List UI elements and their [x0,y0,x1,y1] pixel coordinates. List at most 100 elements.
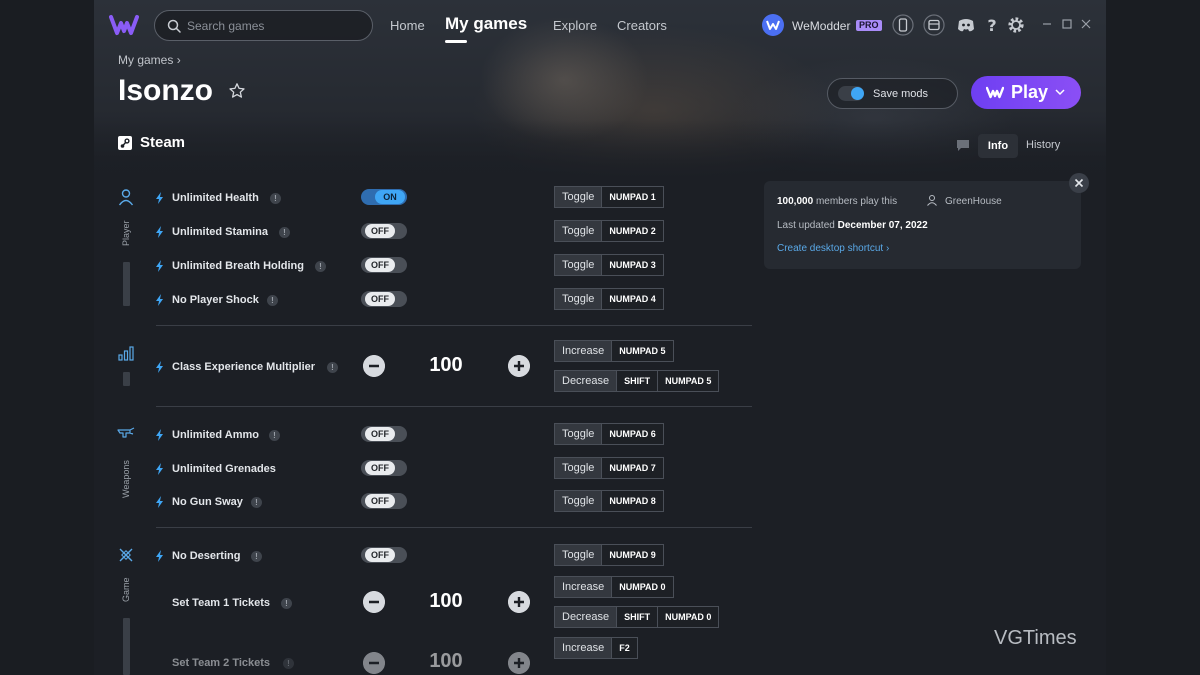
chat-icon[interactable] [956,139,970,152]
minimize-icon[interactable] [1040,17,1054,31]
nav-my-games[interactable]: My games [445,14,527,43]
star-icon[interactable] [228,82,246,100]
info-icon[interactable]: ! [270,193,281,204]
breadcrumb[interactable]: My games › [118,53,181,67]
info-icon[interactable]: ! [267,295,278,306]
section-divider [156,406,752,407]
nav-creators[interactable]: Creators [617,18,667,33]
mod-name: Unlimited Grenades [172,463,276,475]
info-icon[interactable]: ! [315,261,326,272]
discord-icon[interactable] [955,14,977,36]
help-icon[interactable]: ? [981,14,1003,36]
author-name[interactable]: GreenHouse [945,196,1002,207]
hotkey-group[interactable]: Toggle NUMPAD 9 [554,544,664,566]
close-icon[interactable] [1079,17,1093,31]
hotkey-group[interactable]: Decrease SHIFT NUMPAD 5 [554,370,720,392]
decrease-button[interactable] [363,652,385,674]
stepper-value: 100 [429,590,463,612]
category-scrollbar [123,618,130,675]
tab-history[interactable]: History [1026,139,1060,151]
create-shortcut-link[interactable]: Create desktop shortcut › [777,243,889,254]
search-input[interactable] [187,17,362,35]
hotkey-group[interactable]: Increase F2 [554,637,638,659]
save-mods-label: Save mods [873,88,929,100]
wemod-icon [986,86,1004,99]
search-icon [167,19,181,33]
mod-toggle[interactable]: OFF [361,223,407,239]
mod-name: No Player Shock [172,294,259,306]
info-icon[interactable]: ! [251,497,262,508]
increase-button[interactable] [508,591,530,613]
bolt-icon [156,550,163,562]
category-weapons: Weapons [121,460,131,498]
category-player: Player [121,220,131,246]
play-button[interactable]: Play [971,76,1081,109]
bolt-icon [156,192,163,204]
bolt-icon [156,294,163,306]
page-title: Isonzo [118,74,213,107]
category-scrollbar [123,262,130,306]
app-window: Home My games Explore Creators WeModder … [94,0,1106,675]
overlay-icon[interactable] [923,14,945,36]
info-close-button[interactable] [1069,173,1089,193]
mod-name: No Deserting [172,550,241,562]
pro-badge: PRO [856,20,882,31]
chevron-down-icon[interactable] [1055,88,1065,96]
wemod-logo[interactable] [109,13,139,37]
tab-info[interactable]: Info [978,134,1018,158]
members-count: 100,000 members play this [777,196,898,207]
gear-icon[interactable] [1005,14,1027,36]
nav-home[interactable]: Home [390,18,425,33]
info-icon[interactable]: ! [269,430,280,441]
mod-toggle[interactable]: OFF [361,291,407,307]
mod-toggle[interactable]: ON [361,189,407,205]
info-icon[interactable]: ! [281,598,292,609]
increase-button[interactable] [508,355,530,377]
category-scrollbar [123,372,130,386]
mod-toggle[interactable]: OFF [361,460,407,476]
save-mods-toggle[interactable] [838,86,864,101]
mod-name: Unlimited Health [172,192,259,204]
maximize-icon[interactable] [1060,17,1074,31]
info-icon[interactable]: ! [283,658,294,669]
mod-name: Unlimited Stamina [172,226,268,238]
watermark: VGTimes [994,627,1077,649]
decrease-button[interactable] [363,591,385,613]
nav-explore[interactable]: Explore [553,18,597,33]
mod-toggle[interactable]: OFF [361,257,407,273]
mod-toggle[interactable]: OFF [361,493,407,509]
section-divider [156,527,752,528]
hotkey-group[interactable]: Toggle NUMPAD 7 [554,457,664,479]
mod-toggle[interactable]: OFF [361,426,407,442]
hotkey-group[interactable]: Increase NUMPAD 0 [554,576,674,598]
hotkey-group[interactable]: Toggle NUMPAD 6 [554,423,664,445]
phone-icon[interactable] [892,14,914,36]
info-icon[interactable]: ! [279,227,290,238]
decrease-button[interactable] [363,355,385,377]
hotkey-group[interactable]: Decrease SHIFT NUMPAD 0 [554,606,720,628]
mod-name: Unlimited Ammo [172,429,259,441]
bolt-icon [156,496,163,508]
hotkey-group[interactable]: Toggle NUMPAD 8 [554,490,664,512]
player-icon [118,189,134,206]
user-name: WeModder [792,19,851,33]
steam-icon [118,136,132,150]
hotkey-group[interactable]: Toggle NUMPAD 1 [554,186,664,208]
hotkey-group[interactable]: Increase NUMPAD 5 [554,340,674,362]
mod-name: Set Team 1 Tickets [172,597,271,609]
mod-toggle[interactable]: OFF [361,547,407,563]
hotkey-group[interactable]: Toggle NUMPAD 3 [554,254,664,276]
info-icon[interactable]: ! [251,551,262,562]
top-bar: Home My games Explore Creators WeModder … [94,0,1106,50]
stepper-value: 100 [429,650,463,672]
save-mods-button[interactable]: Save mods [827,78,958,109]
mod-name: Class Experience Multiplier [172,361,316,373]
hotkey-group[interactable]: Toggle NUMPAD 4 [554,288,664,310]
increase-button[interactable] [508,652,530,674]
last-updated: Last updated December 07, 2022 [777,220,928,231]
info-icon[interactable]: ! [327,362,338,373]
detail-tabs: Info History [946,131,1081,161]
play-label: Play [1011,82,1049,102]
hotkey-group[interactable]: Toggle NUMPAD 2 [554,220,664,242]
search-box[interactable] [154,10,373,41]
